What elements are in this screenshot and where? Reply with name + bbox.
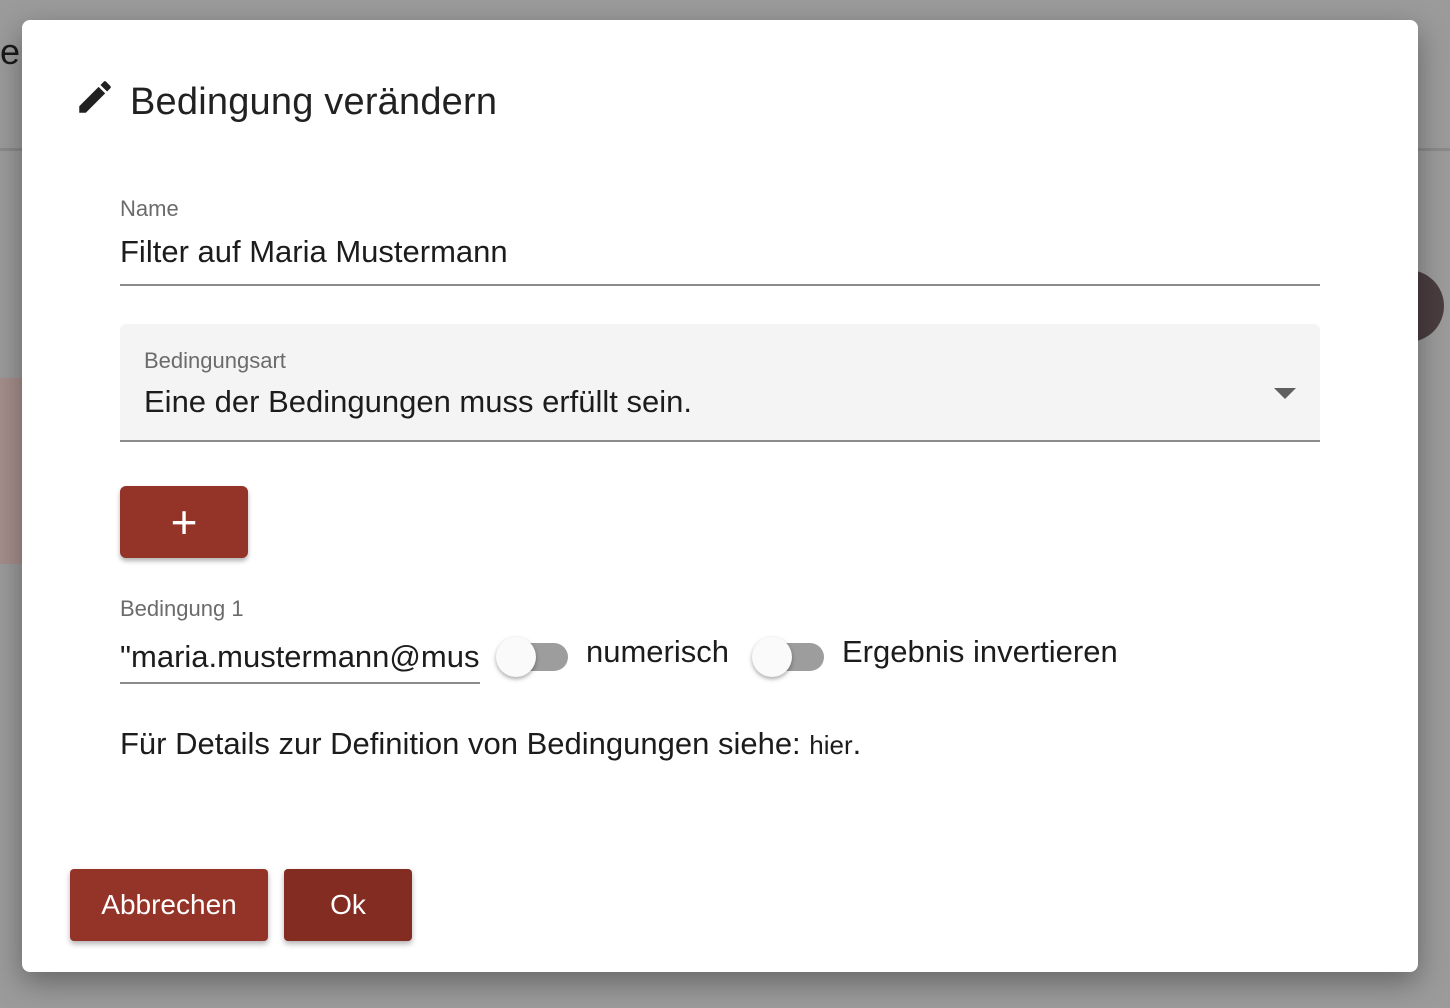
help-text: Für Details zur Definition von Bedingung… (120, 726, 861, 762)
invert-toggle-label: Ergebnis invertieren (842, 634, 1118, 669)
numeric-toggle-label: numerisch (586, 634, 729, 669)
name-field-value[interactable]: Filter auf Maria Mustermann (120, 234, 508, 270)
cancel-button[interactable]: Abbrechen (70, 869, 268, 941)
condition-1-label: Bedingung 1 (120, 596, 244, 621)
numeric-toggle-knob[interactable] (496, 637, 536, 677)
help-text-suffix: . (852, 726, 862, 761)
pencil-icon (79, 81, 111, 113)
name-field-label: Name (120, 196, 179, 221)
dialog-title: Bedingung verändern (130, 80, 498, 123)
help-link[interactable]: hier (809, 730, 852, 760)
name-field[interactable]: Name Filter auf Maria Mustermann (120, 192, 1320, 286)
condition-type-label: Bedingungsart (144, 348, 286, 373)
ok-button[interactable]: Ok (284, 869, 412, 941)
add-condition-button[interactable]: + (120, 486, 248, 558)
condition-type-select[interactable]: Bedingungsart Eine der Bedingungen muss … (120, 324, 1320, 442)
invert-result-toggle[interactable] (752, 637, 828, 677)
dropdown-arrow-icon[interactable] (1274, 388, 1296, 399)
condition-type-value[interactable]: Eine der Bedingungen muss erfüllt sein. (144, 384, 692, 420)
invert-toggle-knob[interactable] (752, 637, 792, 677)
help-text-main: Für Details zur Definition von Bedingung… (120, 726, 810, 761)
condition-1-input[interactable] (120, 632, 480, 684)
numeric-toggle[interactable] (496, 637, 572, 677)
dialog-header: Bedingung verändern (74, 72, 497, 132)
edit-condition-dialog: Bedingung verändern Name Filter auf Mari… (22, 20, 1418, 972)
